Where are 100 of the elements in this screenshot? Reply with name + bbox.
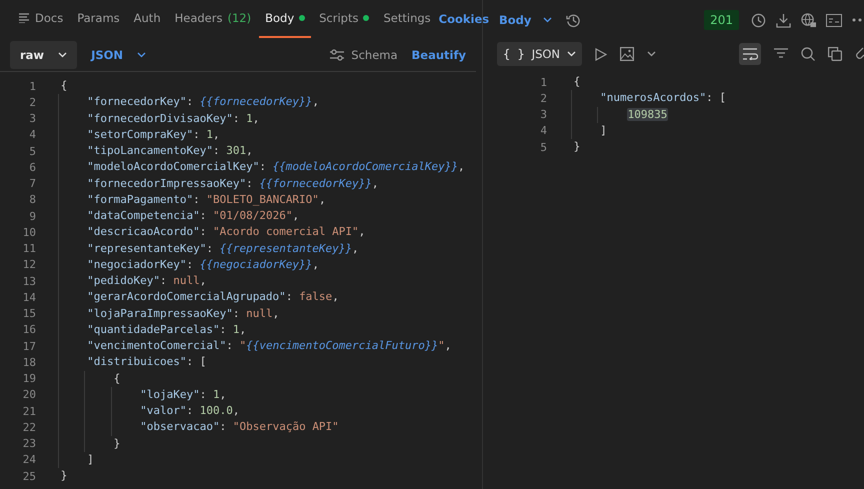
chevron-icon xyxy=(58,52,68,58)
line-number: 25 xyxy=(22,470,36,483)
code-token: } xyxy=(574,140,580,153)
request-tab[interactable]: Docs xyxy=(13,0,70,38)
code-token: "Acordo comercial API" xyxy=(212,225,359,238)
response-view-dropdown[interactable]: Body xyxy=(499,13,552,27)
body-mode-dropdown[interactable]: raw xyxy=(10,40,78,68)
code-token: , xyxy=(246,144,253,157)
chevron-icon xyxy=(543,17,552,23)
download-icon[interactable] xyxy=(776,12,791,28)
line-number: 3 xyxy=(539,108,547,122)
line-number: 2 xyxy=(539,92,547,105)
code-token: "vencimentoComercial" xyxy=(87,339,226,352)
clock-icon[interactable] xyxy=(751,12,766,28)
code-token: null xyxy=(246,306,273,320)
code-token: "fornecedorImpressaoKey" xyxy=(87,176,246,190)
code-token: : xyxy=(186,95,194,108)
code-token: " xyxy=(239,339,246,352)
code-token: : xyxy=(220,420,228,434)
code-token: "fornecedorDivisaoKey" xyxy=(87,112,233,124)
line-number: 17 xyxy=(22,340,36,353)
code-token: , xyxy=(458,160,465,174)
line-number: 19 xyxy=(22,372,36,386)
chevron-icon xyxy=(567,51,576,57)
copy-icon[interactable] xyxy=(828,47,842,61)
code-token: : xyxy=(193,192,201,206)
line-number: 22 xyxy=(22,420,36,434)
code-token: "distribuicoes" xyxy=(87,355,186,368)
code-token: "pedidoKey" xyxy=(87,274,160,287)
globe-icon[interactable] xyxy=(801,12,816,28)
code-token: "BOLETO_BANCARIO" xyxy=(206,192,319,206)
request-tab[interactable]: Settings xyxy=(377,0,437,38)
status-badge: 201 xyxy=(704,10,739,30)
code-token: : xyxy=(200,209,208,222)
line-number: 4 xyxy=(28,128,36,142)
play-icon[interactable] xyxy=(595,48,608,60)
schema-button[interactable]: Schema xyxy=(330,48,398,62)
code-token: {{representanteKey}} xyxy=(220,242,352,254)
format-dropdown[interactable]: { } JSON xyxy=(497,42,582,66)
more-icon[interactable] xyxy=(852,18,862,22)
image-icon[interactable] xyxy=(620,47,634,61)
code-token: : xyxy=(200,225,208,238)
request-tab[interactable]: Body xyxy=(259,0,312,38)
filter-icon[interactable] xyxy=(774,48,788,60)
line-number: 10 xyxy=(22,226,36,239)
beautify-button[interactable]: Beautify xyxy=(412,48,466,62)
line-number: 3 xyxy=(28,112,36,126)
line-number: 18 xyxy=(22,356,36,369)
history-icon[interactable] xyxy=(566,12,582,28)
request-tab[interactable]: Headers (12) xyxy=(168,0,258,38)
example-icon[interactable] xyxy=(826,14,842,26)
code-token: 1 xyxy=(246,112,253,124)
code-token: 100.0 xyxy=(200,404,233,417)
request-tab[interactable]: Scripts xyxy=(313,0,376,38)
wrap-icon xyxy=(742,48,758,60)
line-number: 16 xyxy=(22,323,36,336)
line-number: 13 xyxy=(22,274,36,288)
code-token: {{negociadorKey}} xyxy=(200,258,312,271)
code-token: , xyxy=(239,322,246,336)
search-icon[interactable] xyxy=(801,47,815,61)
code-token: : xyxy=(226,339,234,352)
line-number: 4 xyxy=(539,124,547,138)
code-token: "observacao" xyxy=(140,420,220,434)
code-token: : [ xyxy=(706,91,726,104)
code-token: { xyxy=(60,79,68,92)
code-token: "01/08/2026" xyxy=(212,209,292,222)
code-token: { xyxy=(574,75,580,88)
line-number: 23 xyxy=(22,437,36,450)
code-token: } xyxy=(60,469,68,482)
code-token: , xyxy=(352,242,359,254)
braces-icon: { } xyxy=(503,47,525,61)
code-token: "modeloAcordoComercialKey" xyxy=(87,160,260,174)
code-token: , xyxy=(232,404,240,417)
code-token: , xyxy=(318,192,326,206)
cookies-link[interactable]: Cookies xyxy=(438,12,490,26)
code-token: } xyxy=(114,436,120,450)
code-token: , xyxy=(200,274,206,287)
wrap-button[interactable] xyxy=(739,43,761,65)
code-token: : xyxy=(206,242,214,254)
code-token: : xyxy=(220,322,228,336)
code-token: : [ xyxy=(186,355,206,368)
chevron-icon[interactable] xyxy=(647,51,656,57)
code-token: : xyxy=(259,160,267,174)
line-number: 9 xyxy=(28,210,36,223)
code-token: "lojaKey" xyxy=(140,388,200,401)
line-number: 1 xyxy=(539,76,547,89)
code-token: , xyxy=(292,209,300,222)
line-number: 24 xyxy=(22,453,36,466)
chevron-icon xyxy=(137,52,146,58)
sliders-icon xyxy=(330,48,344,60)
line-number: 20 xyxy=(22,388,36,402)
code-token: ] xyxy=(600,124,607,137)
code-token: {{modeloAcordoComercialKey}} xyxy=(272,160,458,174)
code-token: : xyxy=(200,388,208,401)
code-token: "representanteKey" xyxy=(87,242,206,254)
link-icon[interactable] xyxy=(855,47,864,61)
headers-count: (12) xyxy=(227,11,252,25)
request-tab[interactable]: Params xyxy=(71,0,126,38)
language-dropdown[interactable]: JSON xyxy=(91,48,146,62)
request-tab[interactable]: Auth xyxy=(128,0,167,38)
